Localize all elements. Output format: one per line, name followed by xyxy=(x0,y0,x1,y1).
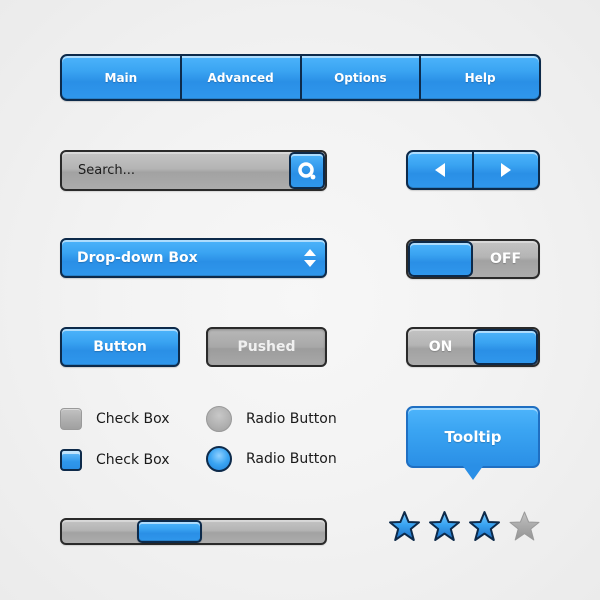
triangle-left-icon xyxy=(435,163,445,177)
radio-circle[interactable] xyxy=(206,406,232,432)
checkbox-box[interactable] xyxy=(60,408,82,430)
toggle-switch-off[interactable]: OFF xyxy=(406,239,540,279)
search-input[interactable] xyxy=(62,152,289,189)
radio-unselected[interactable]: Radio Button xyxy=(206,406,337,432)
star-rating xyxy=(388,510,541,543)
tab-advanced[interactable]: Advanced xyxy=(182,56,302,99)
top-nav-bar: Main Advanced Options Help xyxy=(60,54,541,101)
checkbox-checked[interactable]: Check Box xyxy=(60,449,170,471)
search-bar xyxy=(60,150,327,191)
tab-options[interactable]: Options xyxy=(302,56,422,99)
star-filled-icon[interactable] xyxy=(388,510,421,543)
toggle-knob[interactable] xyxy=(408,241,473,277)
star-empty-icon[interactable] xyxy=(508,510,541,543)
toggle-knob[interactable] xyxy=(473,329,538,365)
star-filled-icon[interactable] xyxy=(468,510,501,543)
toggle-switch-on[interactable]: ON xyxy=(406,327,540,367)
next-button[interactable] xyxy=(474,152,538,188)
slider-thumb[interactable] xyxy=(137,520,202,543)
toggle-on-label: ON xyxy=(428,339,453,355)
radio-label: Radio Button xyxy=(246,411,337,427)
dropdown-selected-value: Drop-down Box xyxy=(77,250,198,266)
checkbox-unchecked[interactable]: Check Box xyxy=(60,408,170,430)
dropdown-select[interactable]: Drop-down Box xyxy=(60,238,327,278)
tab-main[interactable]: Main xyxy=(62,56,182,99)
previous-button[interactable] xyxy=(408,152,474,188)
tab-help[interactable]: Help xyxy=(421,56,539,99)
star-filled-icon[interactable] xyxy=(428,510,461,543)
checkbox-box[interactable] xyxy=(60,449,82,471)
checkbox-label: Check Box xyxy=(96,452,170,468)
search-icon xyxy=(298,161,316,179)
pushed-button[interactable]: Pushed xyxy=(206,327,327,367)
radio-circle[interactable] xyxy=(206,446,232,472)
search-button[interactable] xyxy=(289,152,325,189)
up-down-arrows-icon xyxy=(304,249,316,267)
primary-button[interactable]: Button xyxy=(60,327,180,367)
radio-selected[interactable]: Radio Button xyxy=(206,446,337,472)
checkbox-label: Check Box xyxy=(96,411,170,427)
toggle-off-label: OFF xyxy=(489,251,522,267)
tooltip-bubble: Tooltip xyxy=(406,406,540,468)
radio-label: Radio Button xyxy=(246,451,337,467)
pager-buttons xyxy=(406,150,540,190)
triangle-right-icon xyxy=(501,163,511,177)
tooltip-pointer xyxy=(463,466,483,480)
